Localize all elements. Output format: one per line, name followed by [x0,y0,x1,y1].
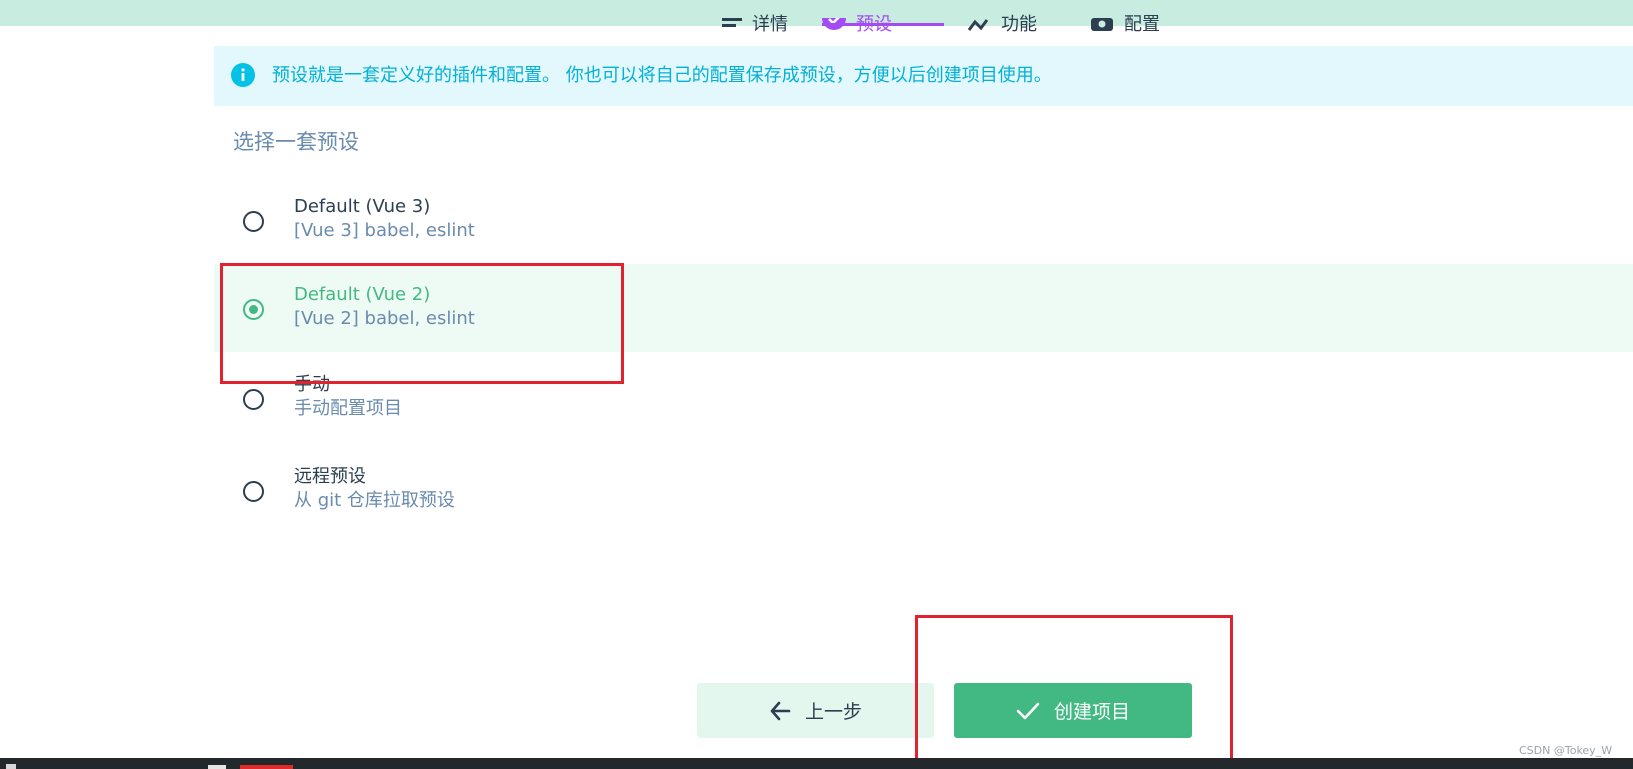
gear-icon [1091,18,1113,31]
preset-description: [Vue 3] babel, eslint [294,220,475,241]
radio-button[interactable] [243,389,264,410]
tab-features-label: 功能 [1001,14,1037,35]
create-project-label: 创建项目 [1053,701,1130,723]
tab-config-label: 配置 [1124,14,1160,35]
active-tab-underline [822,23,944,26]
preset-name: Default (Vue 2) [294,284,431,305]
step-tab-bar: 详情 预设 功能 配置 [0,0,1633,34]
radio-button-selected[interactable] [243,299,264,320]
info-text: 预设就是一套定义好的插件和配置。 你也可以将自己的配置保存成预设，方便以后创建项… [272,65,1052,86]
create-project-button[interactable]: 创建项目 [954,683,1192,738]
preset-description: [Vue 2] babel, eslint [294,308,475,329]
tab-details-label: 详情 [752,14,788,35]
preset-name: Default (Vue 3) [294,196,431,217]
preset-option-manual[interactable]: 手动 手动配置项目 [214,354,1633,442]
taskbar-item[interactable] [208,765,226,769]
preset-option-vue3[interactable]: Default (Vue 3) [Vue 3] babel, eslint [214,176,1633,264]
tab-config[interactable]: 配置 [1090,0,1160,34]
features-icon [967,19,989,31]
preset-option-vue2[interactable]: Default (Vue 2) [Vue 2] babel, eslint [214,264,1633,352]
taskbar-item[interactable] [240,765,293,769]
list-icon [722,18,742,27]
info-banner: 预设就是一套定义好的插件和配置。 你也可以将自己的配置保存成预设，方便以后创建项… [214,46,1633,106]
preset-option-remote[interactable]: 远程预设 从 git 仓库拉取预设 [214,446,1633,534]
tab-details[interactable]: 详情 [722,0,788,34]
previous-step-button[interactable]: 上一步 [697,683,934,738]
watermark: CSDN @Tokey_W [1519,744,1613,757]
tab-presets[interactable]: 预设 [822,0,944,34]
taskbar-item[interactable] [6,764,16,769]
project-create-screen: 详情 预设 功能 配置 预设就是一套定义好的插件和配置。 你也可以将自己的配置保… [0,0,1633,769]
check-icon [1016,702,1040,719]
radio-button[interactable] [243,481,264,502]
section-title: 选择一套预设 [233,130,359,154]
preset-name: 手动 [294,374,330,395]
preset-description: 手动配置项目 [294,398,402,419]
previous-step-label: 上一步 [804,701,862,723]
preset-name: 远程预设 [294,466,366,487]
tab-features[interactable]: 功能 [967,0,1037,34]
radio-button[interactable] [243,211,264,232]
info-icon [231,63,255,87]
preset-description: 从 git 仓库拉取预设 [294,490,455,511]
arrow-left-icon [770,701,791,720]
